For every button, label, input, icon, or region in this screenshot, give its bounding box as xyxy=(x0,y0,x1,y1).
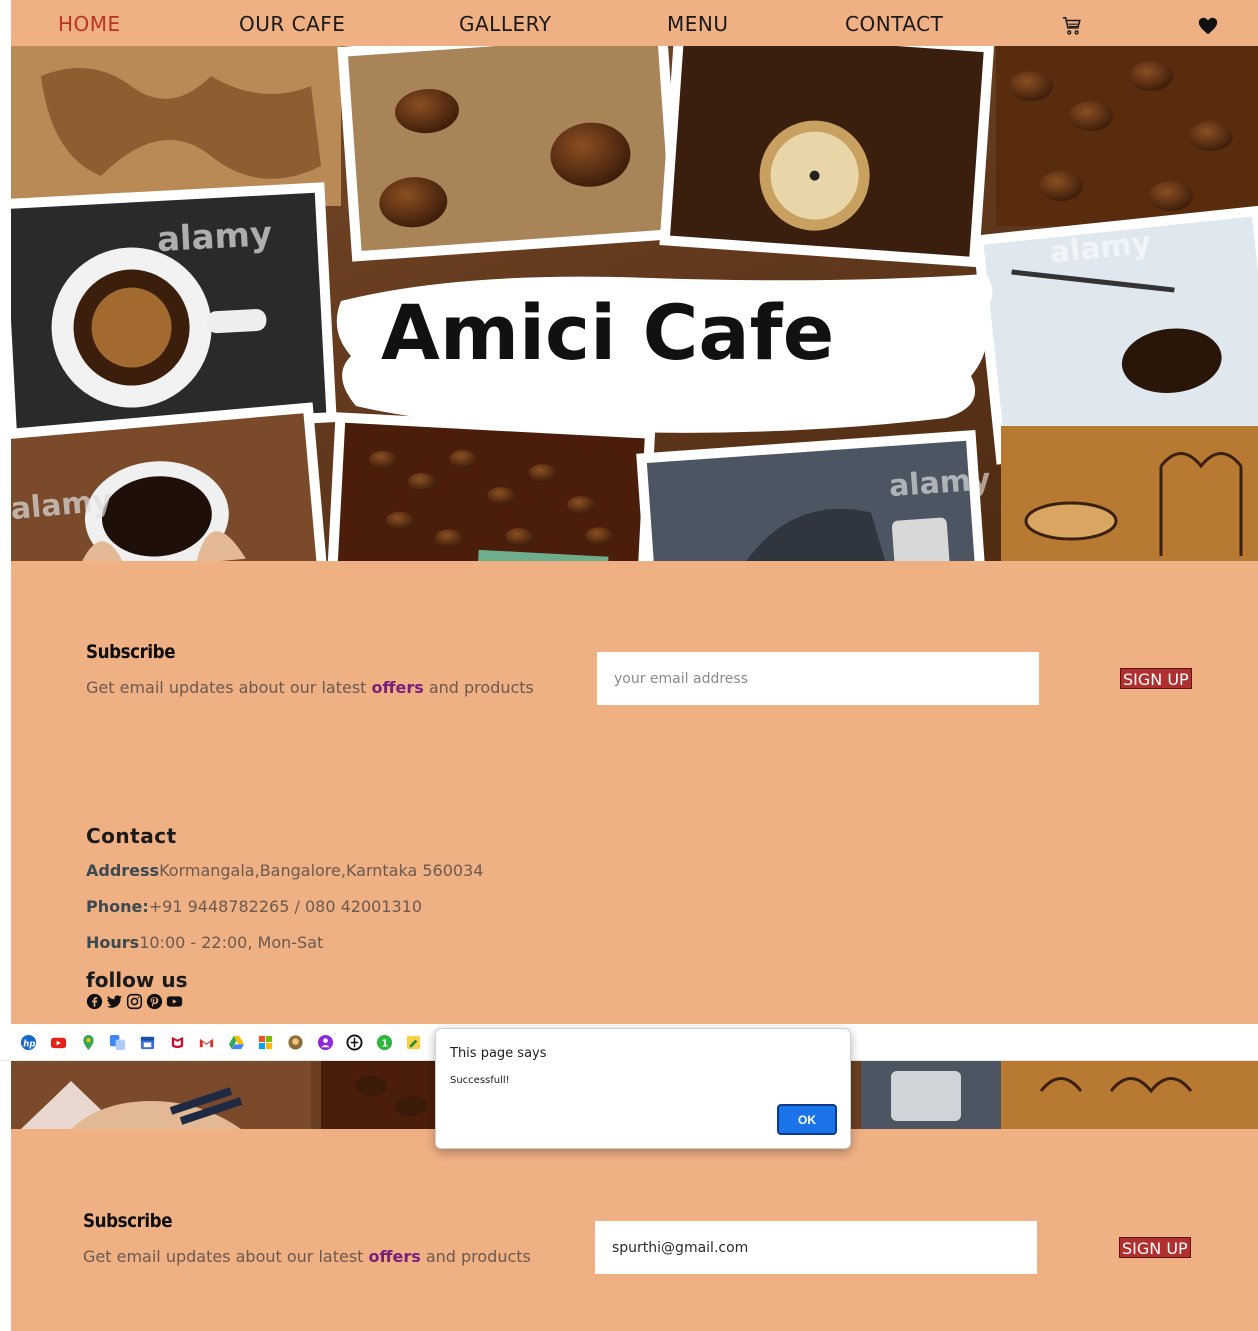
instagram-icon[interactable] xyxy=(126,993,143,1010)
contact-phone: Phone:+91 9448782265 / 080 42001310 xyxy=(86,897,422,916)
follow-us-title: follow us xyxy=(86,968,188,992)
dialog-ok-button[interactable]: OK xyxy=(777,1104,837,1135)
hero-title: Amici Cafe xyxy=(381,288,834,377)
subscribe-title-bottom: Subscribe xyxy=(83,1210,173,1232)
address-label: Address xyxy=(86,861,160,880)
subscribe-desc-text: Get email updates about our latest xyxy=(83,1247,369,1266)
address-value: Kormangala,Bangalore,Karntaka 560034 xyxy=(159,861,484,880)
one-icon[interactable]: 1 xyxy=(376,1034,393,1051)
dialog-message: Successfull! xyxy=(450,1075,510,1086)
phone-value: +91 9448782265 / 080 42001310 xyxy=(148,897,423,916)
nav-our-cafe[interactable]: OUR CAFE xyxy=(239,12,345,36)
subscribe-desc-text-end: and products xyxy=(420,1247,531,1266)
drive-icon[interactable] xyxy=(228,1034,245,1051)
hp-icon[interactable]: hp xyxy=(20,1034,37,1051)
top-nav: HOME OUR CAFE GALLERY MENU CONTACT xyxy=(11,5,1258,46)
svg-text:hp: hp xyxy=(23,1039,35,1049)
svg-text:alamy: alamy xyxy=(888,462,992,504)
email-input-filled[interactable] xyxy=(595,1221,1037,1274)
alert-dialog: This page says Successfull! OK xyxy=(435,1028,851,1149)
contact-address: AddressKormangala,Bangalore,Karntaka 560… xyxy=(86,861,483,880)
pinterest-icon[interactable] xyxy=(146,993,163,1010)
nav-home[interactable]: HOME xyxy=(58,12,121,36)
gmail-icon[interactable] xyxy=(198,1034,215,1051)
dialog-title: This page says xyxy=(450,1046,547,1061)
calendar-icon[interactable] xyxy=(139,1034,156,1051)
cart-icon[interactable] xyxy=(1061,15,1083,37)
svg-text:1: 1 xyxy=(382,1038,389,1049)
offers-highlight: offers xyxy=(371,678,424,697)
subscribe-description: Get email updates about our latest offer… xyxy=(86,678,534,697)
subscribe-description-bottom: Get email updates about our latest offer… xyxy=(83,1247,531,1266)
mcafee-icon[interactable] xyxy=(169,1034,186,1051)
youtube-bookmark-icon[interactable] xyxy=(50,1034,67,1051)
contact-title: Contact xyxy=(86,824,177,848)
subscribe-title: Subscribe xyxy=(86,641,176,663)
ai-icon[interactable] xyxy=(287,1034,304,1051)
phone-label: Phone: xyxy=(86,897,149,916)
heart-icon[interactable] xyxy=(1197,15,1219,37)
email-input[interactable] xyxy=(597,652,1039,705)
youtube-icon[interactable] xyxy=(166,993,183,1010)
notes-icon[interactable] xyxy=(405,1034,422,1051)
nav-contact[interactable]: CONTACT xyxy=(845,12,943,36)
hours-label: Hours xyxy=(86,933,140,952)
signup-button[interactable]: SIGN UP xyxy=(1120,668,1192,689)
signup-button-bottom[interactable]: SIGN UP xyxy=(1119,1237,1191,1258)
contact-hours: Hours10:00 - 22:00, Mon-Sat xyxy=(86,933,323,952)
nav-menu[interactable]: MENU xyxy=(667,12,729,36)
maps-icon[interactable] xyxy=(80,1034,97,1051)
nav-gallery[interactable]: GALLERY xyxy=(459,12,551,36)
subscribe-desc-text: Get email updates about our latest xyxy=(86,678,372,697)
svg-text:alamy: alamy xyxy=(156,214,273,260)
contacts-icon[interactable] xyxy=(317,1034,334,1051)
hero-banner: alamy alamy alamy alamy Amici Cafe xyxy=(11,46,1258,561)
twitter-icon[interactable] xyxy=(106,993,123,1010)
hours-value: 10:00 - 22:00, Mon-Sat xyxy=(139,933,324,952)
translate-icon[interactable] xyxy=(109,1034,126,1051)
subscribe-desc-text-end: and products xyxy=(423,678,534,697)
hero-collage-image: alamy alamy alamy alamy Amici Cafe xyxy=(11,46,1258,561)
offers-highlight: offers xyxy=(368,1247,421,1266)
microsoft-icon[interactable] xyxy=(257,1034,274,1051)
globe-icon[interactable] xyxy=(346,1034,363,1051)
facebook-icon[interactable] xyxy=(86,993,103,1010)
